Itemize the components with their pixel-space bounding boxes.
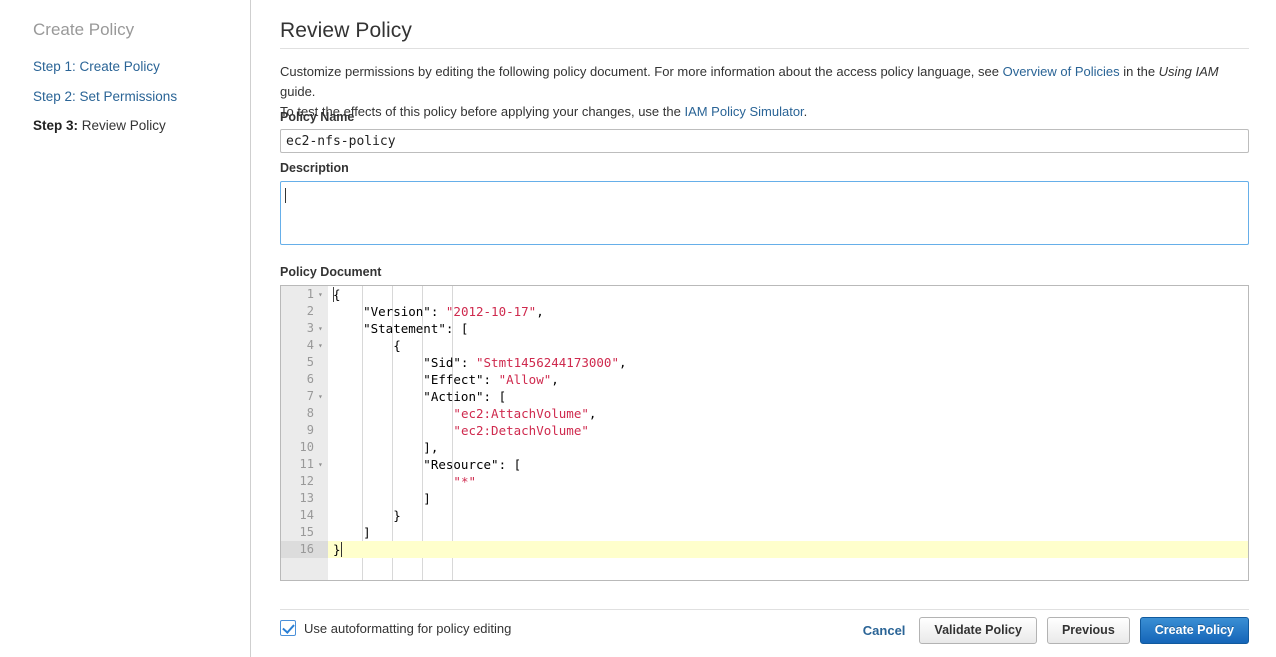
editor-line-number: 5 bbox=[306, 355, 314, 369]
editor-line[interactable]: 13 ] bbox=[281, 490, 1248, 507]
editor-line-text: "Sid": "Stmt1456244173000", bbox=[333, 355, 627, 370]
code-fold-toggle-icon[interactable]: ▾ bbox=[318, 388, 326, 405]
step-3-label: Review Policy bbox=[78, 118, 166, 133]
editor-line[interactable]: 7 ▾ "Action": [ bbox=[281, 388, 1248, 405]
editor-line-text: "ec2:DetachVolume" bbox=[453, 423, 589, 438]
editor-line-number: 13 bbox=[299, 491, 314, 505]
editor-line[interactable]: 14 } bbox=[281, 507, 1248, 524]
editor-line-text: } bbox=[333, 542, 341, 557]
editor-line-text: "Action": [ bbox=[333, 389, 507, 404]
autoformatting-label: Use autoformatting for policy editing bbox=[304, 620, 512, 636]
editor-line-text: ], bbox=[333, 440, 439, 455]
editor-line-number: 10 bbox=[299, 440, 314, 454]
editor-code-area[interactable]: 1 ▾{2 "Version": "2012-10-17", 3 ▾ "Stateme… bbox=[281, 286, 1248, 558]
step-1-label: Create Policy bbox=[75, 59, 160, 74]
editor-line[interactable]: 4 ▾ { bbox=[281, 337, 1248, 354]
intro-text-1: Customize permissions by editing the fol… bbox=[280, 64, 1003, 79]
editor-line[interactable]: 1 ▾{ bbox=[281, 286, 1248, 303]
wizard-sidebar: Create Policy Step 1: Create Policy Step… bbox=[0, 0, 251, 657]
editor-line-text: "Effect": "Allow", bbox=[333, 372, 559, 387]
sidebar-step-1-create-policy[interactable]: Step 1: Create Policy bbox=[33, 59, 160, 74]
code-fold-toggle-icon[interactable]: ▾ bbox=[318, 320, 326, 337]
editor-line[interactable]: 2 "Version": "2012-10-17", bbox=[281, 303, 1248, 320]
policy-name-input[interactable] bbox=[280, 129, 1249, 153]
editor-line[interactable]: 5 "Sid": "Stmt1456244173000", bbox=[281, 354, 1248, 371]
editor-line[interactable]: 6 "Effect": "Allow", bbox=[281, 371, 1248, 388]
validate-policy-button[interactable]: Validate Policy bbox=[919, 617, 1037, 644]
code-fold-toggle-icon[interactable]: ▾ bbox=[318, 286, 326, 303]
editor-line[interactable]: 10 ], bbox=[281, 439, 1248, 456]
editor-line-text: ] bbox=[333, 491, 431, 506]
footer-actions: Cancel Validate Policy Previous Create P… bbox=[863, 617, 1249, 644]
using-iam-italic: Using IAM bbox=[1158, 64, 1219, 79]
iam-policy-simulator-link[interactable]: IAM Policy Simulator bbox=[684, 104, 803, 119]
editor-line-number: 2 bbox=[306, 304, 314, 318]
description-text-cursor bbox=[285, 188, 286, 203]
create-policy-button[interactable]: Create Policy bbox=[1139, 617, 1249, 644]
overview-of-policies-link[interactable]: Overview of Policies bbox=[1003, 64, 1120, 79]
editor-line-text: "ec2:AttachVolume", bbox=[453, 406, 597, 421]
footer-divider bbox=[280, 609, 1249, 610]
editor-line-text: { bbox=[333, 338, 401, 353]
code-fold-toggle-icon[interactable]: ▾ bbox=[318, 456, 326, 473]
editor-line-text: "Resource": [ bbox=[333, 457, 522, 472]
page-title: Review Policy bbox=[280, 19, 413, 42]
intro-text-2: in the bbox=[1119, 64, 1159, 79]
step-2-label: Set Permissions bbox=[75, 89, 178, 104]
step-1-number: Step 1: bbox=[33, 59, 76, 74]
previous-button[interactable]: Previous bbox=[1046, 617, 1130, 644]
editor-line[interactable]: 3 ▾ "Statement": [ bbox=[281, 320, 1248, 337]
editor-line-text: } bbox=[333, 508, 401, 523]
editor-line-number: 12 bbox=[299, 474, 314, 488]
editor-line[interactable]: 12 "*" bbox=[281, 473, 1248, 490]
editor-line-number: 15 bbox=[299, 525, 314, 539]
autoformatting-checkbox-row[interactable]: Use autoformatting for policy editing bbox=[280, 620, 511, 636]
editor-line-number: 16 bbox=[281, 541, 328, 558]
main-content: Review Policy Customize permissions by e… bbox=[251, 0, 1276, 657]
editor-line-text: ] bbox=[333, 525, 371, 540]
title-divider bbox=[280, 48, 1249, 49]
step-2-number: Step 2: bbox=[33, 89, 76, 104]
editor-text-cursor bbox=[340, 542, 342, 557]
editor-line-number: 6 bbox=[306, 372, 314, 386]
intro-text-3: guide. bbox=[280, 84, 316, 99]
editor-line[interactable]: 16} bbox=[281, 541, 1248, 558]
policy-document-editor[interactable]: 1 ▾{2 "Version": "2012-10-17", 3 ▾ "Stateme… bbox=[280, 285, 1249, 581]
editor-line[interactable]: 15 ] bbox=[281, 524, 1248, 541]
policy-name-label: Policy Name bbox=[280, 110, 355, 124]
wizard-title: Create Policy bbox=[33, 20, 135, 39]
description-label: Description bbox=[280, 161, 349, 175]
editor-line[interactable]: 8 "ec2:AttachVolume", bbox=[281, 405, 1248, 422]
editor-line[interactable]: 9 "ec2:DetachVolume" bbox=[281, 422, 1248, 439]
sidebar-step-3-review-policy: Step 3: Review Policy bbox=[33, 118, 166, 133]
editor-text-cursor-line-1 bbox=[333, 287, 334, 302]
editor-line-text: "Statement": [ bbox=[333, 321, 469, 336]
editor-line-text: "Version": "2012-10-17", bbox=[333, 304, 544, 319]
description-textarea[interactable] bbox=[280, 181, 1249, 245]
editor-line-text: { bbox=[333, 287, 341, 302]
cancel-link[interactable]: Cancel bbox=[863, 623, 906, 638]
autoformatting-checkbox[interactable] bbox=[280, 620, 296, 636]
step-3-number: Step 3: bbox=[33, 118, 79, 133]
editor-line[interactable]: 11 ▾ "Resource": [ bbox=[281, 456, 1248, 473]
editor-line-number: 14 bbox=[299, 508, 314, 522]
editor-line-number: 8 bbox=[306, 406, 314, 420]
iam-create-policy-page: Create Policy Step 1: Create Policy Step… bbox=[0, 0, 1276, 657]
code-fold-toggle-icon[interactable]: ▾ bbox=[318, 337, 326, 354]
editor-line-text: "*" bbox=[453, 474, 476, 489]
sidebar-step-2-set-permissions[interactable]: Step 2: Set Permissions bbox=[33, 89, 177, 104]
intro-paragraph: Customize permissions by editing the fol… bbox=[280, 62, 1255, 122]
editor-line-number: 9 bbox=[306, 423, 314, 437]
policy-document-label: Policy Document bbox=[280, 265, 382, 279]
intro-text-5: . bbox=[803, 104, 808, 119]
